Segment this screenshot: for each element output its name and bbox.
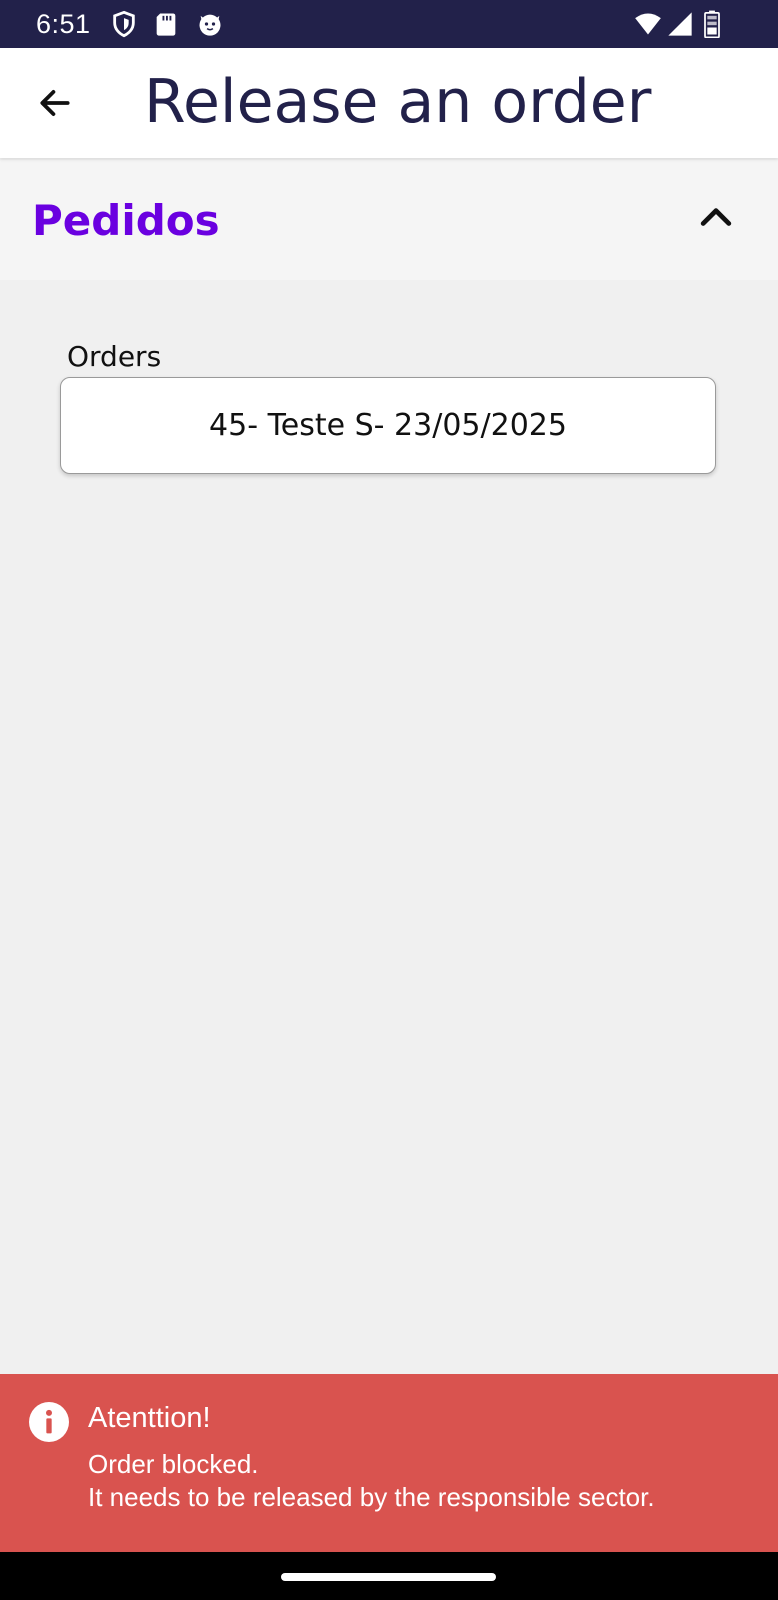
navigation-bar bbox=[0, 1552, 778, 1600]
section-header-pedidos[interactable]: Pedidos bbox=[0, 160, 778, 280]
back-arrow-icon bbox=[40, 90, 70, 116]
alert-toast: Atenttion! Order blocked. It needs to be… bbox=[0, 1374, 778, 1552]
page-title: Release an order bbox=[144, 67, 652, 137]
alert-message: Order blocked. It needs to be released b… bbox=[88, 1449, 655, 1512]
wifi-icon bbox=[634, 10, 662, 38]
cat-face-icon bbox=[196, 10, 224, 38]
sd-card-icon bbox=[152, 10, 180, 38]
shield-icon bbox=[110, 10, 138, 38]
orders-select[interactable]: 45- Teste S- 23/05/2025 bbox=[60, 377, 716, 474]
home-indicator[interactable] bbox=[281, 1573, 496, 1581]
app-bar: Release an order bbox=[0, 48, 778, 158]
chevron-up-icon[interactable] bbox=[694, 196, 738, 240]
back-button[interactable] bbox=[26, 74, 84, 132]
alert-title: Atenttion! bbox=[88, 1402, 211, 1434]
section-title: Pedidos bbox=[32, 196, 220, 245]
battery-icon bbox=[702, 10, 722, 38]
orders-label: Orders bbox=[67, 340, 162, 373]
signal-icon bbox=[666, 10, 694, 38]
status-time: 6:51 bbox=[36, 9, 91, 39]
status-bar: 6:51 bbox=[0, 0, 778, 48]
info-icon bbox=[29, 1402, 69, 1442]
